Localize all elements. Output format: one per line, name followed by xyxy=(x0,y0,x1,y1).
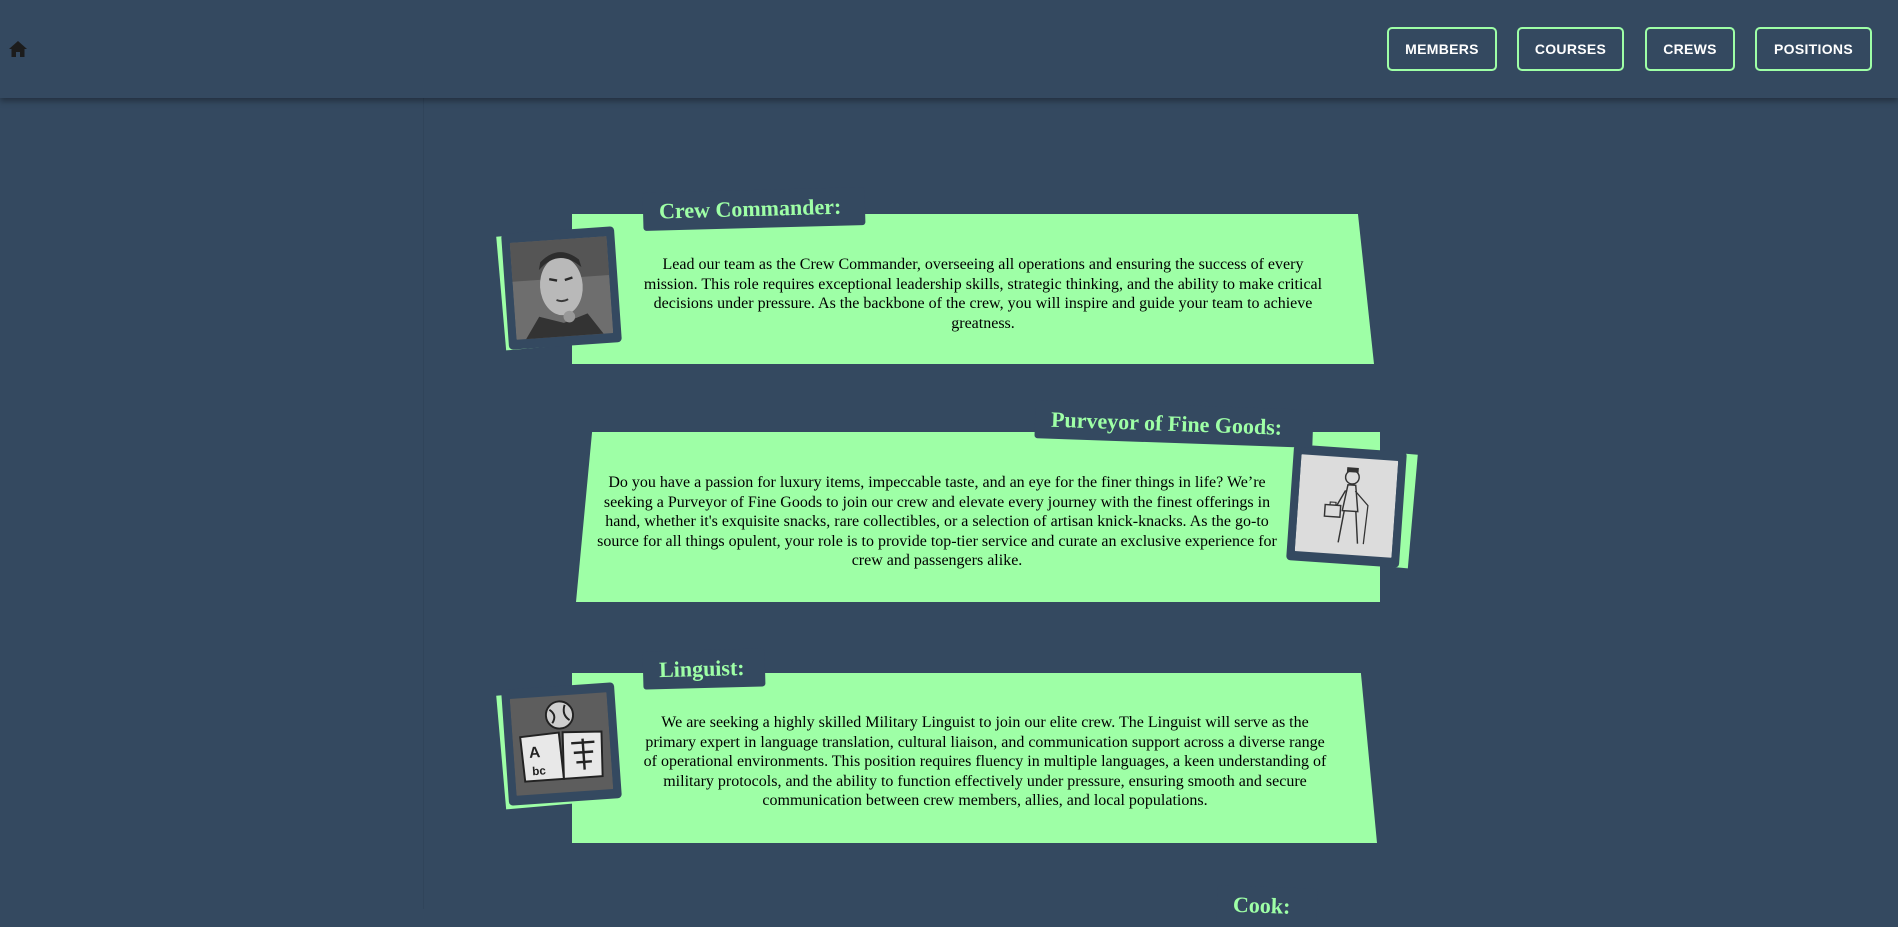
gentleman-with-briefcase-image xyxy=(1294,454,1399,558)
position-title-tab: Linguist: xyxy=(642,648,766,690)
photo-holder xyxy=(501,226,622,350)
commander-portrait-image xyxy=(509,236,614,340)
nav-courses-button[interactable]: COURSES xyxy=(1517,27,1624,71)
language-book-globe-image: A bc xyxy=(509,692,614,796)
svg-text:bc: bc xyxy=(532,764,547,778)
position-description: Lead our team as the Crew Commander, ove… xyxy=(643,256,1323,332)
position-title-tab: Crew Commander: xyxy=(642,187,866,231)
svg-text:A: A xyxy=(529,744,541,762)
nav-crews-button[interactable]: CREWS xyxy=(1645,27,1735,71)
nav-members-button[interactable]: MEMBERS xyxy=(1387,27,1497,71)
photo-holder xyxy=(1286,444,1407,568)
position-title-tab: Cook: xyxy=(1216,885,1318,927)
position-description: We are seeking a highly skilled Military… xyxy=(643,714,1327,809)
top-navigation-bar: MEMBERS COURSES CREWS POSITIONS xyxy=(0,0,1898,98)
photo-holder: A bc xyxy=(501,682,622,806)
nav-positions-button[interactable]: POSITIONS xyxy=(1755,27,1872,71)
position-description: Do you have a passion for luxury items, … xyxy=(597,474,1277,569)
home-icon[interactable] xyxy=(8,39,28,59)
